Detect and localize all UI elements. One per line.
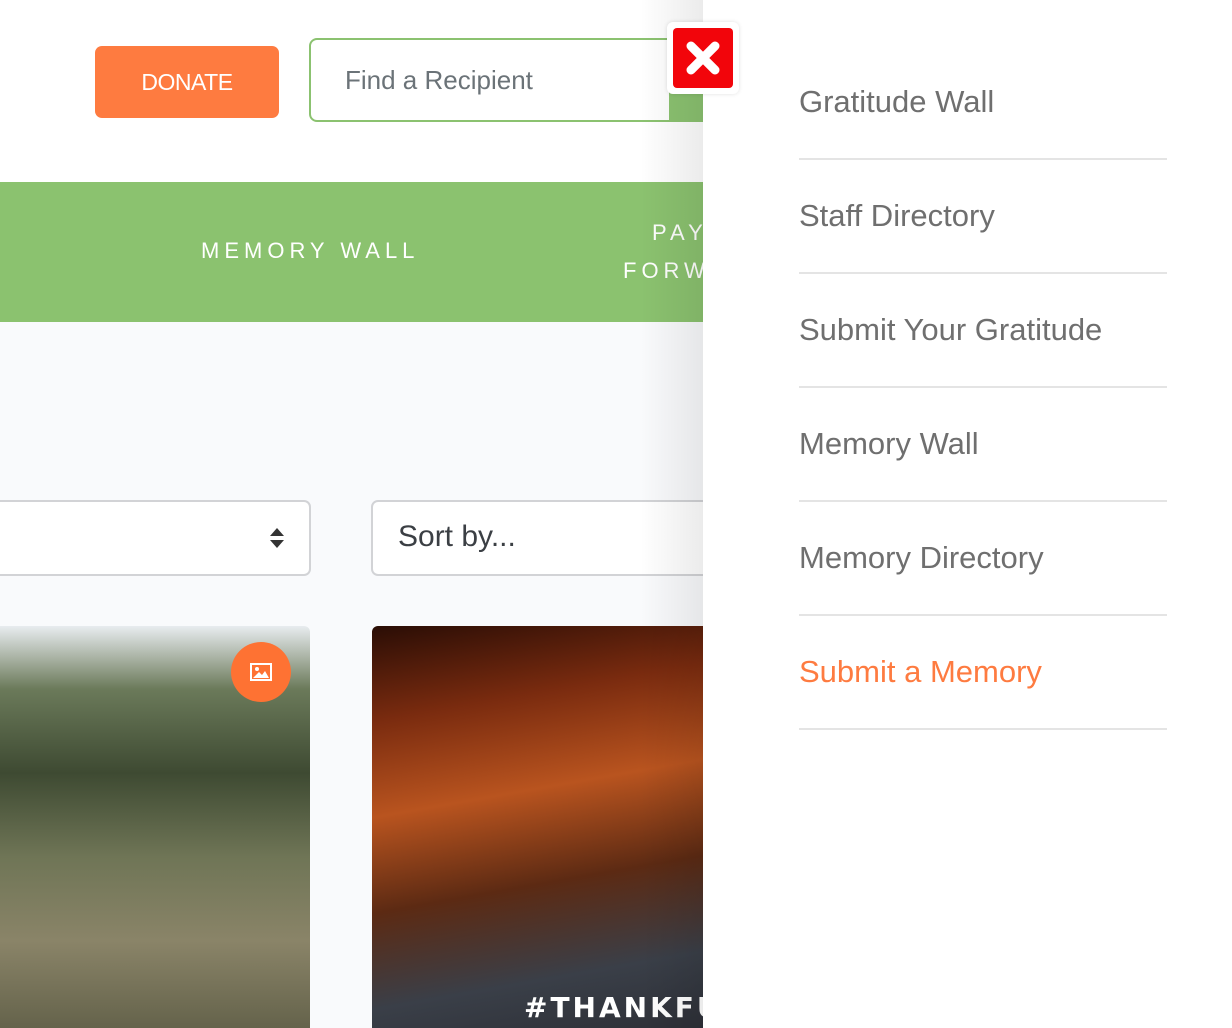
image-icon (231, 642, 291, 702)
sort-select[interactable]: Sort by... (371, 500, 703, 576)
side-menu-panel: Gratitude Wall Staff Directory Submit Yo… (703, 0, 1232, 1028)
close-menu-button[interactable] (667, 22, 739, 94)
filter-select[interactable] (0, 500, 311, 576)
side-menu-item-staff-directory[interactable]: Staff Directory (799, 160, 1167, 274)
close-icon (673, 28, 733, 88)
side-menu-item-submit-gratitude[interactable]: Submit Your Gratitude (799, 274, 1167, 388)
main-page: DONATE MEMORY WALL PAY FORW Sort by... #… (0, 0, 703, 1028)
side-menu: Gratitude Wall Staff Directory Submit Yo… (799, 46, 1167, 730)
side-menu-item-submit-memory[interactable]: Submit a Memory (799, 616, 1167, 730)
memory-content: Sort by... #THANKFU (0, 322, 703, 1028)
search-input[interactable] (343, 64, 667, 97)
nav-pay-forward-line1[interactable]: PAY (652, 220, 703, 246)
nav-pay-forward-line2[interactable]: FORW (623, 258, 703, 284)
side-menu-item-memory-wall[interactable]: Memory Wall (799, 388, 1167, 502)
memory-card[interactable]: #THANKFU (372, 626, 703, 1028)
donate-button[interactable]: DONATE (95, 46, 279, 118)
main-nav: MEMORY WALL PAY FORW (0, 182, 703, 322)
nav-memory-wall[interactable]: MEMORY WALL (201, 238, 419, 264)
select-arrows-icon (270, 528, 284, 548)
recipient-search (309, 38, 703, 122)
memory-card[interactable] (0, 626, 310, 1028)
sort-placeholder: Sort by... (398, 520, 516, 553)
side-menu-item-memory-directory[interactable]: Memory Directory (799, 502, 1167, 616)
side-menu-item-gratitude-wall[interactable]: Gratitude Wall (799, 46, 1167, 160)
card-overlay-text: #THANKFU (524, 991, 703, 1024)
